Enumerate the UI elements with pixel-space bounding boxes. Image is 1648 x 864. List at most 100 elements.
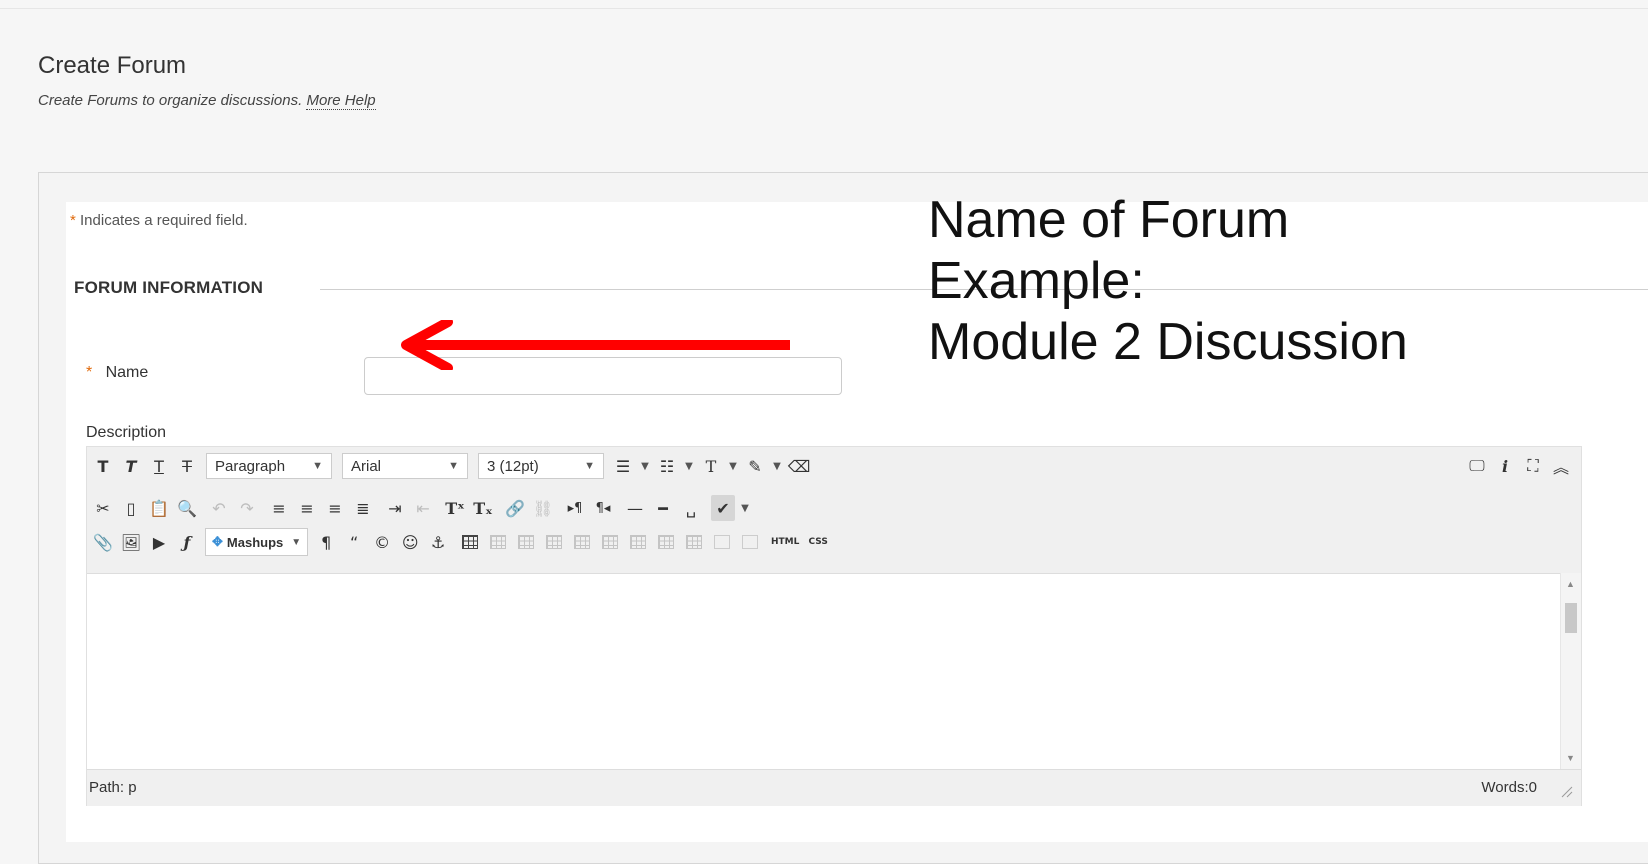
merge-cells-icon[interactable]	[738, 529, 762, 555]
align-center-icon[interactable]: ≡	[295, 495, 319, 521]
eraser-icon[interactable]: ⌫	[787, 453, 811, 479]
underline-button[interactable]: T	[147, 453, 171, 479]
paragraph-format-value: Paragraph	[215, 457, 286, 475]
annotation-line-1: Name of Forum	[928, 191, 1290, 249]
insert-row-after-icon[interactable]	[570, 529, 594, 555]
font-family-select[interactable]: Arial ▼	[342, 453, 468, 479]
top-divider	[0, 8, 1648, 9]
css-editor-button[interactable]: CSS	[804, 529, 832, 555]
text-color-dropdown-icon[interactable]: ▼	[727, 453, 739, 479]
annotation-text: Name of Forum Example: Module 2 Discussi…	[928, 190, 1408, 373]
highlight-pen-icon[interactable]: ✎	[743, 453, 767, 479]
page-subtitle: Create Forums to organize discussions. M…	[38, 92, 376, 110]
unlink-icon[interactable]: ⛓	[531, 495, 555, 521]
copyright-icon[interactable]: ©	[370, 529, 394, 555]
split-cells-icon[interactable]	[710, 529, 734, 555]
mashups-dropdown[interactable]: ✥ Mashups ▼	[205, 528, 309, 556]
attach-file-icon[interactable]: 📎	[91, 529, 115, 555]
name-required-star: *	[86, 364, 93, 381]
insert-media-icon[interactable]: ▶	[147, 529, 171, 555]
forum-information-heading: FORUM INFORMATION	[74, 278, 264, 297]
superscript-icon[interactable]: Tˣ	[443, 495, 467, 521]
ltr-direction-icon[interactable]: ▸¶	[563, 495, 587, 521]
html-source-button[interactable]: HTML	[770, 529, 800, 555]
subscript-icon[interactable]: Tₓ	[471, 495, 495, 521]
find-icon[interactable]: 🔍	[175, 495, 199, 521]
insert-link-icon[interactable]: 🔗	[503, 495, 527, 521]
word-count: Words:0	[1481, 779, 1537, 796]
blockquote-icon[interactable]: “	[342, 529, 366, 555]
spellcheck-icon[interactable]: ✔	[711, 495, 735, 521]
nonbreaking-space-icon[interactable]: ␣	[679, 495, 703, 521]
indent-icon[interactable]: ⇥	[383, 495, 407, 521]
text-color-button[interactable]: T	[699, 453, 723, 479]
copy-icon[interactable]: ▯	[119, 495, 143, 521]
insert-image-icon[interactable]: 🖼	[119, 529, 143, 555]
font-size-select[interactable]: 3 (12pt) ▼	[478, 453, 604, 479]
delete-col-icon[interactable]	[682, 529, 706, 555]
rtl-direction-icon[interactable]: ¶◂	[591, 495, 615, 521]
anchor-icon[interactable]: ⚓	[426, 529, 450, 555]
resize-grip-icon[interactable]	[1559, 784, 1573, 798]
undo-icon[interactable]: ↶	[207, 495, 231, 521]
mashups-label: Mashups	[226, 534, 284, 550]
scrollbar-thumb[interactable]	[1565, 603, 1577, 633]
bullet-list-icon[interactable]: ☰	[611, 453, 635, 479]
math-formula-icon[interactable]: ƒ	[175, 529, 199, 555]
delete-row-icon[interactable]	[598, 529, 622, 555]
toolbar-right-tools: 🖵 i ⛶ ︽	[1463, 453, 1575, 479]
chevron-down-icon: ▼	[584, 460, 595, 472]
align-right-icon[interactable]: ≡	[323, 495, 347, 521]
annotation-line-3: Module 2 Discussion	[928, 313, 1408, 371]
cut-icon[interactable]: ✂	[91, 495, 115, 521]
collapse-toolbar-icon[interactable]: ︽	[1549, 453, 1573, 479]
scroll-down-icon[interactable]: ▼	[1566, 753, 1575, 763]
paragraph-mark-icon[interactable]: ¶	[314, 529, 338, 555]
scroll-up-icon[interactable]: ▲	[1566, 579, 1575, 589]
insert-table-icon[interactable]	[458, 529, 482, 555]
bullet-list-dropdown-icon[interactable]: ▼	[639, 453, 651, 479]
mashups-icon: ✥	[212, 534, 223, 549]
bold-button[interactable]: T	[91, 453, 115, 479]
numbered-list-dropdown-icon[interactable]: ▼	[683, 453, 695, 479]
subtitle-text: Create Forums to organize discussions.	[38, 92, 303, 109]
redo-icon[interactable]: ↷	[235, 495, 259, 521]
toolbar-row-3: 📎 🖼 ▶ ƒ ✥ Mashups ▼ ¶ “ © ☺ ⚓ HTML CSS	[89, 527, 834, 557]
editor-content-area[interactable]	[87, 573, 1561, 770]
insert-col-after-icon[interactable]	[654, 529, 678, 555]
spellcheck-dropdown-icon[interactable]: ▼	[739, 495, 751, 521]
horizontal-line-icon[interactable]: ━	[651, 495, 675, 521]
italic-button[interactable]: T	[119, 453, 143, 479]
editor-statusbar: Path: p Words:0	[87, 769, 1581, 806]
chevron-down-icon: ▼	[312, 460, 323, 472]
font-family-value: Arial	[351, 457, 382, 475]
required-star: *	[70, 212, 76, 229]
red-arrow-annotation	[401, 320, 790, 370]
emoticon-icon[interactable]: ☺	[398, 529, 422, 555]
preview-monitor-icon[interactable]: 🖵	[1465, 453, 1489, 479]
name-label: * Name	[86, 364, 148, 382]
page-title: Create Forum	[38, 52, 187, 79]
align-left-icon[interactable]: ≡	[267, 495, 291, 521]
highlight-dropdown-icon[interactable]: ▼	[771, 453, 783, 479]
more-help-link[interactable]: More Help	[306, 92, 376, 110]
table-cell-props-icon[interactable]	[514, 529, 538, 555]
annotation-line-2: Example:	[928, 252, 1145, 310]
numbered-list-icon[interactable]: ☷	[655, 453, 679, 479]
toolbar-row-1: T T T T Paragraph ▼ Arial ▼ 3 (12pt) ▼ ☰…	[89, 451, 813, 481]
paste-icon[interactable]: 📋	[147, 495, 171, 521]
strikethrough-button[interactable]: T	[175, 453, 199, 479]
font-size-value: 3 (12pt)	[487, 457, 539, 475]
insert-col-before-icon[interactable]	[626, 529, 650, 555]
info-icon[interactable]: i	[1493, 453, 1517, 479]
editor-scrollbar[interactable]: ▲ ▼	[1560, 573, 1581, 769]
table-row-props-icon[interactable]	[486, 529, 510, 555]
required-field-note: * Indicates a required field.	[70, 212, 248, 229]
horizontal-rule-icon[interactable]: —	[623, 495, 647, 521]
outdent-icon[interactable]: ⇤	[411, 495, 435, 521]
element-path: Path: p	[89, 779, 137, 796]
paragraph-format-select[interactable]: Paragraph ▼	[206, 453, 332, 479]
insert-row-before-icon[interactable]	[542, 529, 566, 555]
align-justify-icon[interactable]: ≣	[351, 495, 375, 521]
fullscreen-icon[interactable]: ⛶	[1521, 453, 1545, 479]
